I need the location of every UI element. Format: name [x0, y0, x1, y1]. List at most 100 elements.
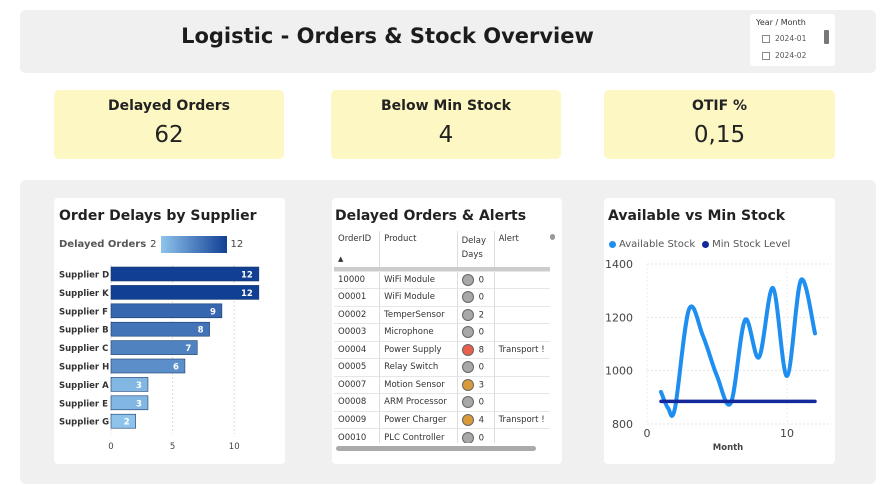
- bar-data-label: 9: [210, 307, 216, 317]
- bar-data-label: 3: [136, 399, 142, 409]
- cell-product: WiFi Module: [379, 270, 458, 289]
- category-label: Supplier D: [59, 271, 109, 281]
- cell-orderid: O0001: [334, 288, 380, 306]
- table-row[interactable]: O0004 Power Supply 8 Transport !: [334, 340, 550, 359]
- delay-days-value: 3: [478, 380, 485, 391]
- cell-orderid: O0004: [334, 340, 380, 359]
- header-label: Alert: [498, 234, 519, 244]
- bar-chart: 0 5 10 Supplier D 12 Supplier K 12 Supplier F 9 S…: [59, 265, 260, 452]
- cell-product: Power Charger: [379, 410, 458, 429]
- cell-product: Power Supply: [379, 340, 458, 359]
- column-header-alert[interactable]: Alert: [493, 231, 550, 267]
- x-tick-label: 10: [229, 442, 240, 452]
- delay-days-value: 0: [478, 362, 485, 373]
- category-label: Supplier C: [59, 344, 108, 354]
- horizontal-scrollbar[interactable]: [336, 446, 536, 451]
- year-month-slicer[interactable]: Year / Month 2024-01 2024-02: [750, 14, 835, 66]
- table-row[interactable]: O0001 WiFi Module 0: [334, 288, 550, 306]
- table-row[interactable]: O0002 TemperSensor 2: [334, 305, 550, 324]
- checkbox[interactable]: [762, 51, 770, 60]
- table-row[interactable]: O0010 PLC Controller 0: [334, 428, 550, 443]
- bar[interactable]: [110, 321, 210, 337]
- table-row[interactable]: 10000 WiFi Module 0: [334, 270, 550, 289]
- status-indicator-icon: [461, 361, 474, 374]
- category-label: Supplier A: [59, 381, 109, 391]
- bar[interactable]: [110, 266, 260, 282]
- y-tick-label: 1400: [605, 258, 633, 271]
- table-row[interactable]: O0003 Microphone 0: [334, 323, 550, 341]
- bar[interactable]: [110, 395, 149, 411]
- cell-alert: [493, 288, 550, 306]
- category-label: Supplier K: [59, 289, 109, 299]
- slicer-scrollbar[interactable]: [824, 30, 829, 44]
- header-panel: Logistic - Orders & Stock Overview Year …: [20, 10, 876, 73]
- cell-alert: Transport !: [493, 340, 550, 359]
- bar-data-label: 12: [241, 271, 253, 281]
- bar-data-label: 7: [185, 344, 191, 354]
- available-stock-line[interactable]: [659, 277, 817, 418]
- cell-product: PLC Controller: [379, 428, 458, 443]
- line-chart: 800 1000 1200 1400 0 10 Month: [605, 258, 829, 453]
- cell-product: Microphone: [379, 323, 458, 341]
- cell-delay-days: 0: [456, 358, 495, 376]
- status-indicator-icon: [461, 343, 474, 356]
- y-tick-label: 1200: [605, 311, 633, 324]
- cell-alert: [493, 375, 550, 394]
- stock-line-card[interactable]: Available vs Min Stock Available Stock M…: [604, 198, 835, 464]
- bar-data-label: 12: [241, 289, 253, 299]
- cell-delay-days: 0: [456, 428, 495, 443]
- table-row[interactable]: O0008 ARM Processor 0: [334, 393, 550, 411]
- card-title: Delayed Orders & Alerts: [335, 208, 527, 224]
- delay-days-value: 0: [478, 275, 485, 286]
- cell-alert: [493, 270, 550, 289]
- cell-orderid: O0008: [334, 393, 380, 411]
- sort-arrow-icon[interactable]: ▲: [338, 255, 343, 263]
- cell-product: TemperSensor: [379, 305, 458, 324]
- cell-alert: [493, 305, 550, 324]
- bar-data-label: 2: [124, 418, 130, 428]
- header-label: OrderID: [338, 234, 372, 244]
- bar[interactable]: [110, 285, 260, 300]
- bar[interactable]: [110, 340, 198, 355]
- cell-alert: [493, 323, 550, 341]
- delay-days-value: 4: [478, 415, 485, 426]
- cell-orderid: O0009: [334, 410, 380, 429]
- table-row[interactable]: O0009 Power Charger 4 Transport !: [334, 410, 550, 429]
- vertical-scrollbar[interactable]: [550, 234, 555, 240]
- delay-days-value: 2: [478, 310, 485, 321]
- slicer-option-label: 2024-02: [775, 51, 807, 60]
- status-indicator-icon: [461, 273, 474, 286]
- table-row[interactable]: O0007 Motion Sensor 3: [334, 375, 550, 394]
- cell-product: ARM Processor: [379, 393, 458, 411]
- status-indicator-icon: [461, 431, 474, 443]
- x-tick-label: 0: [644, 427, 651, 440]
- slicer-title: Year / Month: [756, 18, 806, 27]
- supplier-delays-card[interactable]: Order Delays by Supplier Delayed Orders …: [54, 198, 285, 464]
- column-header-delay-days[interactable]: Delay Days: [456, 231, 495, 267]
- cell-delay-days: 0: [456, 323, 495, 341]
- column-header-orderid[interactable]: OrderID ▲: [334, 231, 380, 267]
- cell-delay-days: 4: [456, 410, 495, 429]
- bar[interactable]: [110, 377, 149, 392]
- kpi-value: 62: [154, 122, 184, 148]
- y-tick-label: 800: [612, 418, 633, 431]
- cell-orderid: O0005: [334, 358, 380, 376]
- table-row[interactable]: O0005 Relay Switch 0: [334, 358, 550, 376]
- bar-data-label: 8: [198, 326, 204, 336]
- cell-delay-days: 0: [456, 270, 495, 289]
- slicer-option[interactable]: 2024-01: [762, 34, 806, 43]
- kpi-below-min-stock: Below Min Stock 4: [331, 90, 561, 159]
- delayed-orders-table: OrderID ▲ Product Delay Days Alert 10000…: [334, 231, 550, 443]
- status-indicator-icon: [461, 378, 474, 391]
- slicer-option[interactable]: 2024-02: [762, 51, 806, 60]
- cell-orderid: O0010: [334, 428, 380, 443]
- kpi-label: Below Min Stock: [381, 98, 511, 114]
- status-indicator-icon: [461, 396, 474, 409]
- x-tick-label: 5: [170, 442, 175, 452]
- column-header-product[interactable]: Product: [379, 231, 458, 267]
- delayed-orders-card[interactable]: Delayed Orders & Alerts OrderID ▲ Produc…: [332, 198, 562, 464]
- cell-orderid: 10000: [334, 270, 380, 289]
- checkbox[interactable]: [762, 34, 770, 43]
- cell-orderid: O0002: [334, 305, 380, 324]
- bar[interactable]: [110, 303, 223, 319]
